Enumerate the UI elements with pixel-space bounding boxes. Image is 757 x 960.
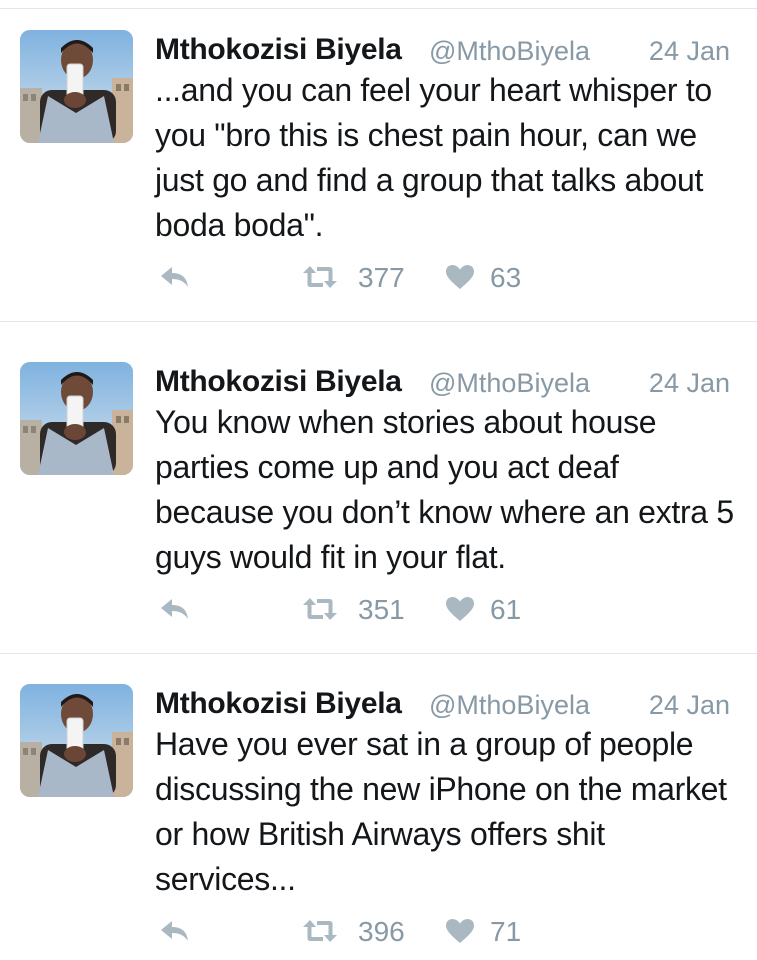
- retweet-icon[interactable]: [302, 916, 338, 946]
- author-name[interactable]: Mthokozisi Biyela: [155, 30, 402, 70]
- avatar[interactable]: [20, 30, 133, 143]
- tweet-actions: 396 71: [0, 912, 757, 952]
- retweet-count: 396: [358, 916, 405, 947]
- tweet-card[interactable]: Mthokozisi Biyela @MthoBiyela 24 Jan You…: [0, 332, 757, 654]
- reply-arrow-icon[interactable]: [157, 262, 193, 292]
- reply-arrow-icon[interactable]: [157, 594, 193, 624]
- retweet-count: 377: [358, 262, 405, 293]
- author-handle[interactable]: @MthoBiyela: [429, 30, 590, 72]
- heart-icon[interactable]: [442, 262, 478, 292]
- like-count: 61: [490, 594, 522, 625]
- tweet-actions: 351 61: [0, 590, 757, 630]
- author-handle[interactable]: @MthoBiyela: [429, 362, 590, 404]
- tweet-header: Mthokozisi Biyela @MthoBiyela 24 Jan: [155, 362, 740, 402]
- like-count: 71: [490, 916, 522, 947]
- tweet-timeline: Mthokozisi Biyela @MthoBiyela 24 Jan You…: [0, 0, 757, 960]
- author-name[interactable]: Mthokozisi Biyela: [155, 362, 402, 402]
- retweet-icon[interactable]: [302, 262, 338, 292]
- tweet-text: You know when stories about house partie…: [155, 404, 734, 575]
- tweet-date[interactable]: 24 Jan: [649, 684, 730, 726]
- author-handle[interactable]: @MthoBiyela: [429, 684, 590, 726]
- tweet-header: Mthokozisi Biyela @MthoBiyela 24 Jan: [155, 684, 740, 724]
- tweet-card[interactable]: Mthokozisi Biyela @MthoBiyela 24 Jan ...…: [0, 0, 757, 322]
- tweet-date[interactable]: 24 Jan: [649, 362, 730, 404]
- tweet-header: Mthokozisi Biyela @MthoBiyela 24 Jan: [155, 30, 740, 70]
- avatar[interactable]: [20, 684, 133, 797]
- retweet-count: 351: [358, 594, 405, 625]
- like-count: 63: [490, 262, 522, 293]
- tweet-text: Have you ever sat in a group of people d…: [155, 726, 727, 897]
- tweet-text: ...and you can feel your heart whisper t…: [155, 72, 712, 243]
- tweet-card[interactable]: Mthokozisi Biyela @MthoBiyela 24 Jan Hav…: [0, 654, 757, 960]
- heart-icon[interactable]: [442, 594, 478, 624]
- author-name[interactable]: Mthokozisi Biyela: [155, 684, 402, 724]
- reply-arrow-icon[interactable]: [157, 916, 193, 946]
- retweet-icon[interactable]: [302, 594, 338, 624]
- heart-icon[interactable]: [442, 916, 478, 946]
- avatar[interactable]: [20, 362, 133, 475]
- tweet-actions: 377 63: [0, 258, 757, 298]
- tweet-date[interactable]: 24 Jan: [649, 30, 730, 72]
